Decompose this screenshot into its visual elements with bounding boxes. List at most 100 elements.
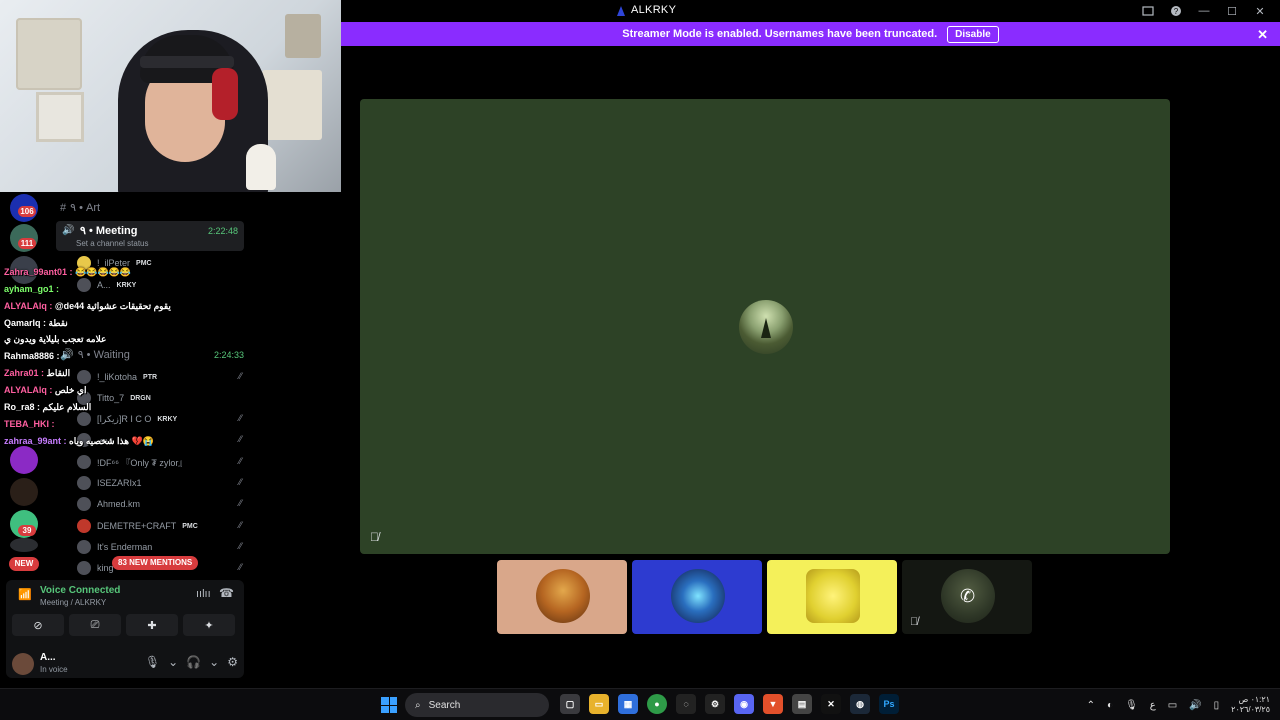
battery-icon[interactable]: ▯ [1214, 700, 1220, 711]
chevron-up-icon[interactable]: ⌃ [1087, 700, 1095, 711]
camera-off-button[interactable]: ⊘ [12, 614, 64, 636]
channel-name: ٩ • Waiting [77, 349, 130, 361]
avatar [77, 519, 91, 533]
new-mentions-pill[interactable]: 83 NEW MENTIONS [112, 556, 199, 570]
member-tag: PMC [182, 522, 198, 530]
app-icon[interactable]: ▤ [792, 694, 812, 714]
member-tag: KRKY [157, 415, 178, 423]
network-icon[interactable]: ▭ [1168, 700, 1177, 711]
cast-icon[interactable] [1136, 3, 1160, 19]
speaker-icon: 🔊 [62, 225, 75, 236]
discord-icon[interactable]: ◉ [734, 694, 754, 714]
voice-member[interactable]: !DF⁶⁶ 『Only ₮ zylor』 ⁄⁄ [77, 453, 242, 471]
mic-muted-icon: ⁄⁄ [238, 498, 242, 508]
headphones-icon[interactable]: 🎧 [186, 655, 201, 669]
channel-meeting[interactable]: 🔊 ٩ • Meeting 2:22:48 Set a channel stat… [56, 221, 244, 251]
banner-text: Streamer Mode is enabled. Usernames have… [622, 28, 938, 40]
participant-tile[interactable] [497, 560, 627, 634]
photoshop-icon[interactable]: Ps [879, 694, 899, 714]
chat-user: ayham_go1 : [4, 284, 60, 294]
channel-timer: 2:22:48 [207, 226, 238, 236]
chevron-down-icon[interactable]: ⌄ [168, 655, 178, 669]
channel-waiting[interactable]: 🔊 ٩ • Waiting [60, 348, 130, 361]
streamer-headband [140, 56, 234, 68]
server-icon[interactable] [10, 538, 38, 552]
help-icon[interactable]: ? [1164, 3, 1188, 19]
disconnect-icon[interactable]: ☎ [219, 586, 234, 600]
chat-user: Ro_ra8 : [4, 402, 41, 412]
mic-muted-icon: ⁄⁄ [238, 541, 242, 551]
unread-badge: 106 [18, 206, 36, 217]
task-view-icon[interactable]: ▢ [560, 694, 580, 714]
server-icon[interactable] [10, 446, 38, 474]
gear-icon[interactable]: ⚙ [227, 655, 238, 669]
avatar [77, 278, 91, 292]
soundboard-button[interactable]: ✦ [183, 614, 235, 636]
volume-icon[interactable]: 🔊 [1189, 700, 1201, 711]
channel-art[interactable]: # ٩ • Art [60, 201, 100, 215]
clock[interactable]: ٠١:٢١ ص ٢٠٢٦/٠٣/٢٥ [1231, 695, 1270, 715]
voice-member[interactable]: It's Enderman ⁄⁄ [77, 538, 242, 556]
brave-icon[interactable]: ▼ [763, 694, 783, 714]
chat-message: Qamarlq : نقطة [4, 318, 68, 329]
activities-button[interactable]: ✚ [126, 614, 178, 636]
chat-user: Zahra_99ant01 : [4, 267, 73, 277]
disable-button[interactable]: Disable [947, 25, 999, 43]
participant-tile[interactable] [632, 560, 762, 634]
user-panel: A... In voice 🎙 ⌄ 🎧 ⌄ ⚙ [6, 649, 244, 679]
voice-stage: 🎙̸ [360, 99, 1170, 554]
avatar [77, 476, 91, 490]
file-explorer-icon[interactable]: ▭ [589, 694, 609, 714]
voice-member[interactable]: Titto_7 DRGN [77, 389, 242, 407]
channel-timer: 2:24:33 [213, 350, 244, 360]
mic-muted-icon: ⁄⁄ [238, 456, 242, 466]
avatar[interactable] [12, 653, 34, 675]
close-icon[interactable]: ✕ [1257, 27, 1268, 43]
chat-user: zahraa_99ant : [4, 436, 67, 446]
language-indicator[interactable]: ع [1150, 700, 1156, 711]
taskbar-search[interactable]: ⌕ Search [405, 693, 549, 717]
steam-icon[interactable]: ◍ [850, 694, 870, 714]
voice-member[interactable]: A... KRKY [77, 276, 242, 294]
microphone-icon[interactable]: 🎙 [1125, 700, 1138, 711]
chat-message: Ro_ra8 : السلام عليكم [4, 402, 91, 413]
avatar [77, 412, 91, 426]
maximize-icon[interactable]: ☐ [1220, 3, 1244, 19]
noise-suppression-icon[interactable]: ıılıı [196, 588, 211, 600]
voice-member[interactable]: DEMETRE+CRAFT PMC ⁄⁄ [77, 517, 242, 535]
screen-share-button[interactable]: ⎚ [69, 614, 121, 636]
voice-location[interactable]: Meeting / ALKRKY [40, 598, 106, 607]
app-icon[interactable]: ◌ [676, 694, 696, 714]
chat-user: ALYALAlq : [4, 385, 53, 395]
chat-text: 😂😂😂😂😂 [75, 267, 132, 277]
channel-status[interactable]: Set a channel status [76, 239, 149, 248]
cup [246, 144, 276, 190]
unread-badge: 111 [18, 238, 36, 249]
new-badge[interactable]: NEW [9, 557, 39, 571]
chat-message: Zahra_99ant01 : 😂😂😂😂😂 [4, 267, 131, 278]
minimize-icon[interactable]: — [1192, 3, 1216, 19]
participant-tile[interactable]: ✆ 🎙̸ [902, 560, 1032, 634]
participant-avatar [806, 569, 860, 623]
chrome-icon[interactable]: ● [647, 694, 667, 714]
voice-member[interactable]: !_liKotoha PTR ⁄⁄ [77, 368, 242, 386]
signal-icon[interactable]: 📶 [18, 588, 32, 601]
windows-start-icon[interactable] [381, 697, 397, 713]
participant-avatar [536, 569, 590, 623]
voice-member[interactable]: ISEZARIx1 ⁄⁄ [77, 474, 242, 492]
voice-member[interactable]: [زيكرا]R I C O KRKY ⁄⁄ [77, 410, 242, 428]
participant-tile[interactable] [767, 560, 897, 634]
award-plaque [36, 92, 84, 142]
user-controls: 🎙 ⌄ 🎧 ⌄ ⚙ [145, 655, 238, 669]
settings-icon[interactable]: ⚙ [705, 694, 725, 714]
award-plaque [285, 14, 321, 58]
capcut-icon[interactable]: ✕ [821, 694, 841, 714]
chevron-down-icon[interactable]: ⌄ [209, 655, 219, 669]
store-icon[interactable]: ▦ [618, 694, 638, 714]
close-icon[interactable]: ✕ [1248, 3, 1272, 19]
server-icon[interactable] [10, 478, 38, 506]
mic-muted-icon: ⁄⁄ [238, 413, 242, 423]
microphone-icon[interactable]: 🎙 [145, 655, 160, 669]
voice-member[interactable]: Ahmed.km ⁄⁄ [77, 495, 242, 513]
tray-app-icon[interactable]: ◐ [1107, 700, 1113, 711]
